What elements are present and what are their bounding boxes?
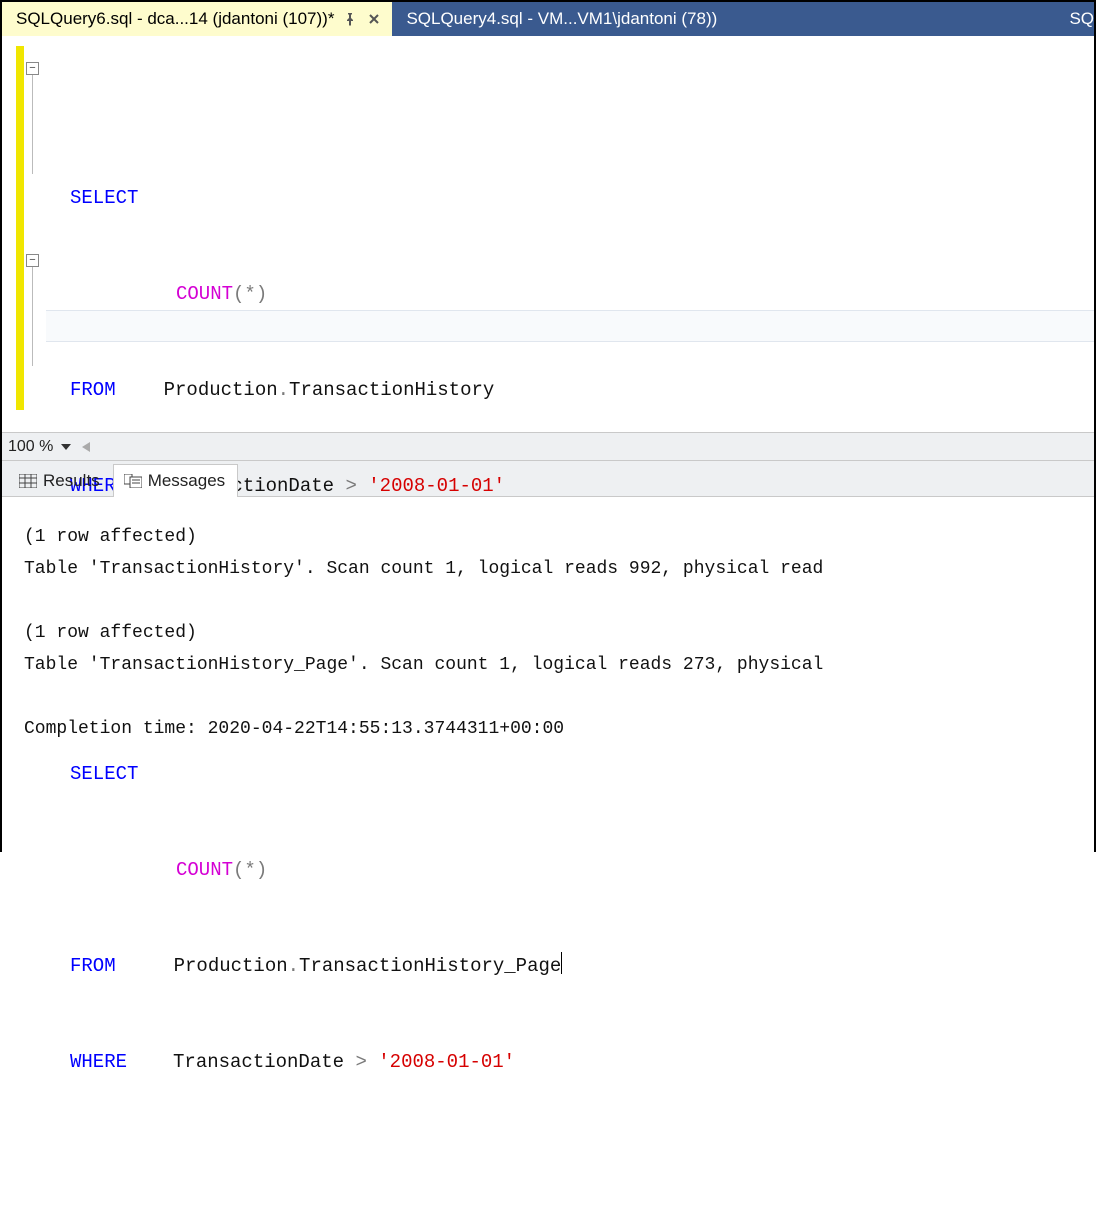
sql-editor[interactable]: SELECT COUNT(*) FROM Production.Transacti… [24, 36, 1094, 432]
paren: ( [233, 859, 244, 881]
identifier: TransactionHistory [289, 379, 494, 401]
pin-icon[interactable] [342, 11, 358, 27]
messages-icon [124, 474, 142, 488]
operator: > [334, 475, 368, 497]
func-count: COUNT [176, 283, 233, 305]
func-count: COUNT [176, 859, 233, 881]
code-content: SELECT COUNT(*) FROMProduction.Transacti… [70, 118, 1094, 1142]
tab-overflow[interactable]: SQ [1055, 2, 1094, 36]
close-icon[interactable] [366, 11, 382, 27]
tab-sqlquery6[interactable]: SQLQuery6.sql - dca...14 (jdantoni (107)… [2, 2, 392, 36]
operator: > [344, 1051, 378, 1073]
identifier: TransactionHistory_Page [299, 955, 561, 977]
tab-label: Messages [148, 471, 225, 491]
keyword-from: FROM [70, 379, 116, 401]
string-literal: '2008-01-01' [378, 1051, 515, 1073]
star: * [244, 859, 255, 881]
tab-title: SQLQuery4.sql - VM...VM1\jdantoni (78)) [406, 9, 717, 29]
paren: ( [233, 283, 244, 305]
dot: . [278, 379, 289, 401]
tab-title: SQ [1069, 9, 1094, 29]
grid-icon [19, 474, 37, 488]
keyword-where: WHERE [70, 1051, 127, 1073]
paren: ) [256, 859, 267, 881]
change-indicator-bar [16, 46, 24, 410]
identifier: Production [164, 379, 278, 401]
keyword-select: SELECT [70, 763, 138, 785]
tab-label: Results [43, 471, 100, 491]
tab-messages[interactable]: Messages [113, 464, 238, 497]
dot: . [288, 955, 299, 977]
identifier: TransactionDate [173, 1051, 344, 1073]
document-tabstrip: SQLQuery6.sql - dca...14 (jdantoni (107)… [2, 2, 1094, 36]
zoom-level: 100 % [8, 438, 53, 456]
star: * [244, 283, 255, 305]
tab-title: SQLQuery6.sql - dca...14 (jdantoni (107)… [16, 9, 334, 29]
keyword-select: SELECT [70, 187, 138, 209]
text-caret [561, 952, 562, 974]
tab-sqlquery4[interactable]: SQLQuery4.sql - VM...VM1\jdantoni (78)) [392, 2, 727, 36]
paren: ) [256, 283, 267, 305]
identifier: Production [174, 955, 288, 977]
sql-editor-area: − − SELECT COUNT(*) FROMProduction.Trans… [2, 36, 1094, 432]
tab-results[interactable]: Results [8, 464, 113, 497]
keyword-from: FROM [70, 955, 116, 977]
string-literal: '2008-01-01' [368, 475, 505, 497]
